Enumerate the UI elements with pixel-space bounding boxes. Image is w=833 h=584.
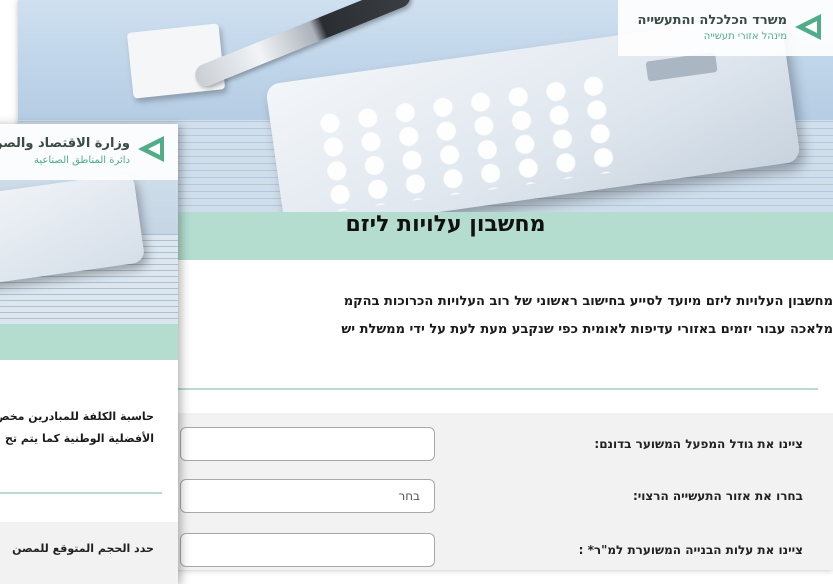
industrial-zone-label: בחרו את אזור התעשייה הרצוי: bbox=[632, 489, 803, 503]
logo-subtitle: מינהל אזורי תעשייה bbox=[703, 31, 787, 42]
intro-line-1: حاسبة الكلفة للمبادرين مخص bbox=[0, 410, 154, 423]
calculator-form: ציינו את גודל המפעל המשוער בדונם: בחרו א… bbox=[168, 413, 833, 570]
calculator-keys bbox=[309, 72, 621, 212]
ministry-logo-icon bbox=[795, 14, 821, 40]
intro-text: מחשבון העלויות ליזם מיועד לסייע בחישוב ר… bbox=[168, 288, 833, 344]
arabic-calculator-window: وزارة الاقتصاد والصن دائرة المناطق الصنا… bbox=[0, 124, 178, 584]
hero-banner-image: وزارة الاقتصاد والصن دائرة المناطق الصنا… bbox=[0, 124, 178, 324]
logo-title: משרד הכלכלה והתעשייה bbox=[637, 13, 787, 28]
factory-size-input[interactable] bbox=[180, 427, 435, 461]
logo-title: وزارة الاقتصاد والصن bbox=[0, 136, 130, 151]
calculator-form: حدد الحجم المتوقع للمصن bbox=[0, 522, 178, 584]
intro-text: حاسبة الكلفة للمبادرين مخص الأفضلية الوط… bbox=[0, 406, 154, 450]
factory-size-label: حدد الحجم المتوقع للمصن bbox=[12, 542, 154, 555]
ministry-logo[interactable]: وزارة الاقتصاد والصن دائرة المناطق الصنا… bbox=[0, 124, 178, 180]
intro-line-2: מלאכה עבור יזמים באזורי עדיפות לאומית כפ… bbox=[341, 322, 833, 337]
section-divider bbox=[0, 492, 162, 494]
construction-cost-label: ציינו את עלות הבנייה המשוערת למ"ר* : bbox=[578, 543, 803, 557]
industrial-zone-row: בחרו את אזור התעשייה הרצוי: בחר bbox=[168, 479, 833, 515]
intro-line-2: الأفضلية الوطنية كما يتم تح bbox=[5, 432, 154, 445]
construction-cost-row: ציינו את עלות הבנייה המשוערת למ"ר* : bbox=[168, 533, 833, 569]
calculator-screen bbox=[645, 51, 718, 82]
ministry-logo-icon bbox=[138, 136, 164, 162]
factory-size-row: ציינו את גודל המפעל המשוער בדונם: bbox=[168, 427, 833, 463]
industrial-zone-select[interactable]: בחר bbox=[180, 479, 435, 513]
factory-size-label: ציינו את גודל המפעל המשוער בדונם: bbox=[594, 437, 803, 451]
section-divider bbox=[168, 388, 818, 390]
construction-cost-input[interactable] bbox=[180, 533, 435, 567]
logo-subtitle: دائرة المناطق الصناعية bbox=[33, 155, 130, 166]
ministry-logo[interactable]: משרד הכלכלה והתעשייה מינהל אזורי תעשייה bbox=[618, 0, 833, 56]
page-title-band bbox=[0, 324, 178, 360]
intro-line-1: מחשבון העלויות ליזם מיועד לסייע בחישוב ר… bbox=[343, 294, 833, 309]
